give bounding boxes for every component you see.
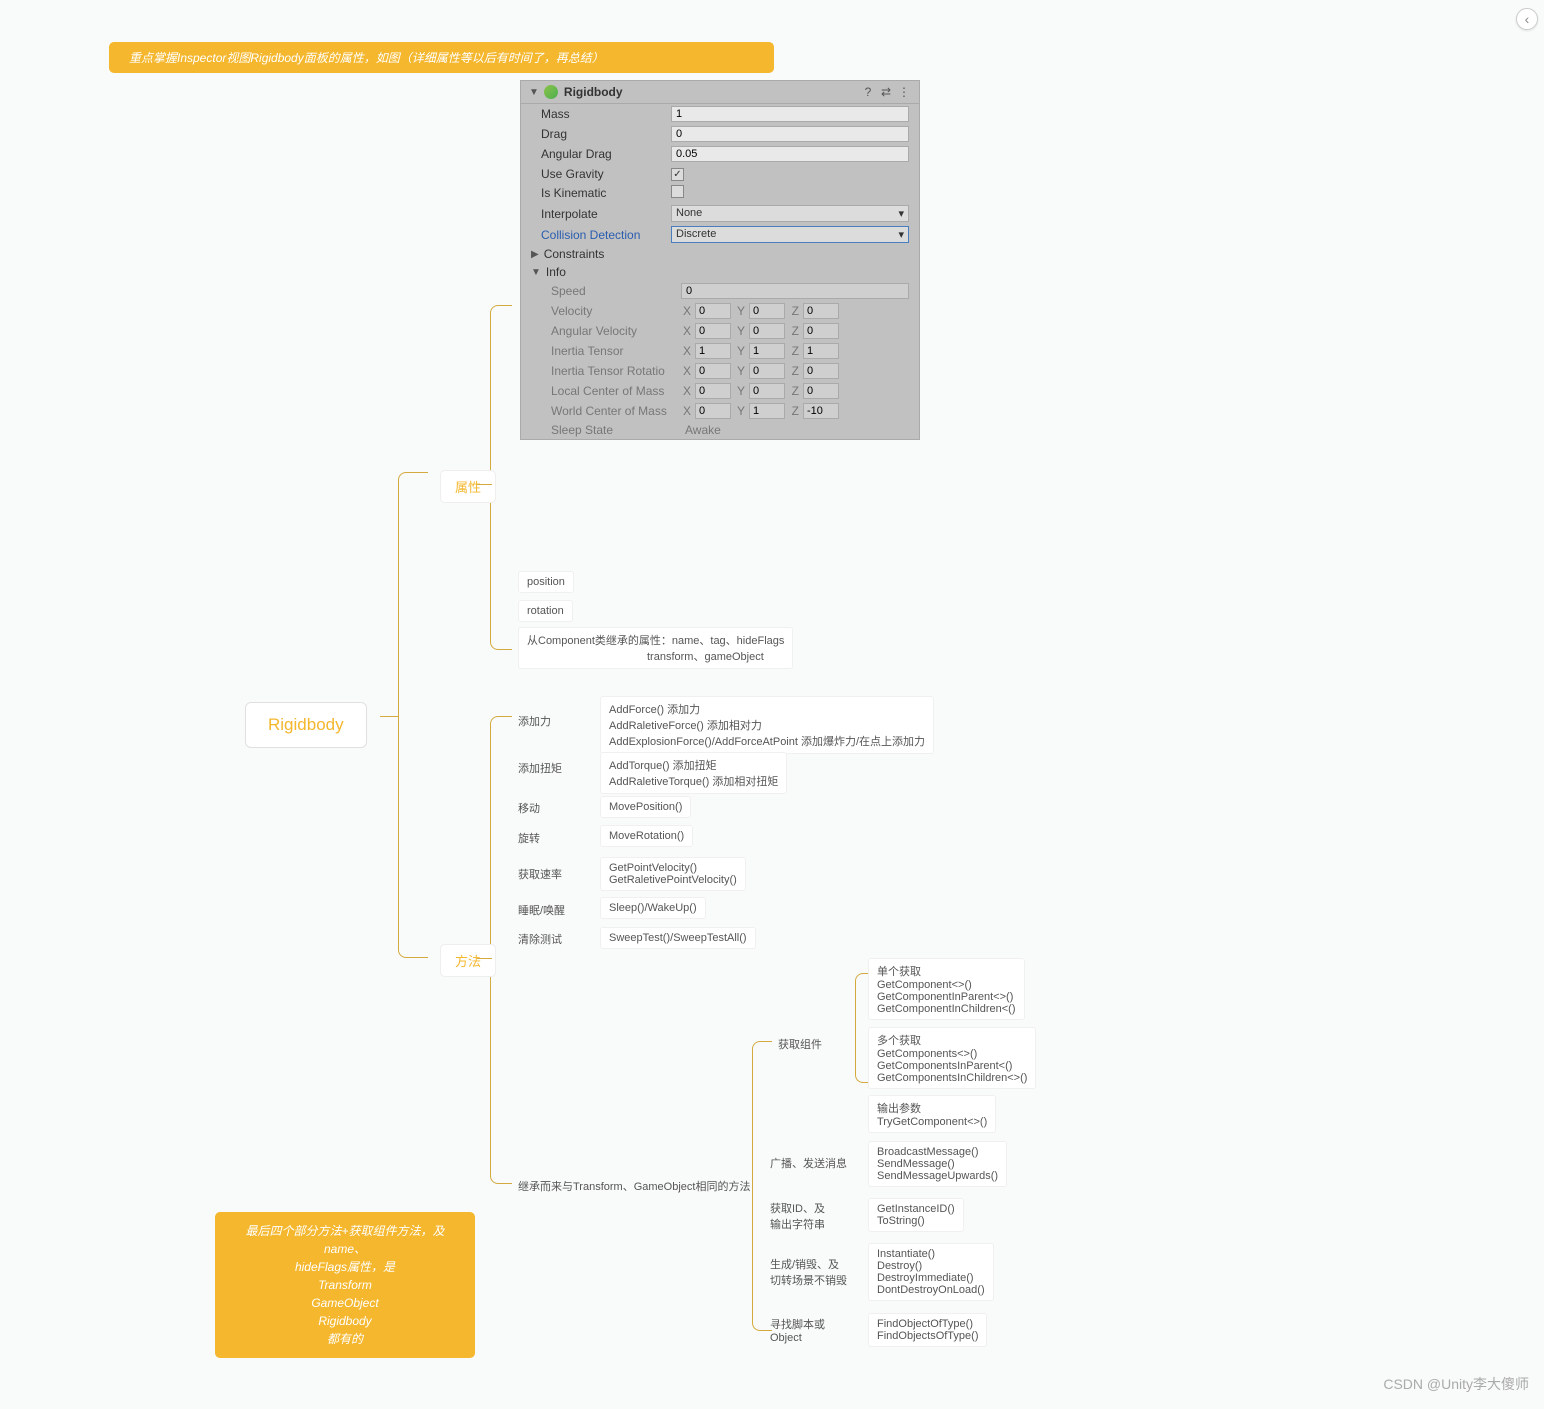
connector: [380, 716, 398, 717]
leaf-getcomp-single[interactable]: 单个获取 GetComponent<>() GetComponentInPare…: [868, 958, 1025, 1020]
help-icon[interactable]: ?: [861, 85, 875, 99]
connector: [477, 484, 492, 485]
leaf-addtorque[interactable]: AddTorque() 添加扭矩 AddRaletiveTorque() 添加相…: [600, 752, 787, 794]
top-banner: 重点掌握Inspector视图Rigidbody面板的属性，如图（详细属性等以后…: [109, 42, 774, 73]
branch-props[interactable]: 属性: [440, 470, 496, 503]
kinematic-label: Is Kinematic: [541, 186, 671, 200]
connector: [398, 472, 428, 958]
connector: [477, 958, 492, 959]
chevron-down-icon: ▾: [898, 207, 904, 220]
mass-input[interactable]: [671, 106, 909, 122]
inertiarot-label: Inertia Tensor Rotatio: [551, 364, 681, 378]
label-inherit-methods[interactable]: 继承而来与Transform、GameObject相同的方法: [518, 1178, 750, 1194]
inspector-panel: ▼ Rigidbody ? ⇄ ⋮ Mass Drag Angular Drag…: [520, 80, 920, 440]
drag-input[interactable]: [671, 126, 909, 142]
vel-label: Velocity: [551, 304, 681, 318]
preset-icon[interactable]: ⇄: [879, 85, 893, 99]
collision-value: Discrete: [676, 228, 716, 241]
leaf-rotate[interactable]: MoveRotation(): [600, 825, 693, 847]
leaf-position[interactable]: position: [518, 571, 574, 593]
leaf-sleep[interactable]: Sleep()/WakeUp(): [600, 897, 706, 919]
lcenter-label: Local Center of Mass: [551, 384, 681, 398]
collision-label: Collision Detection: [541, 228, 671, 242]
angdrag-input[interactable]: [671, 146, 909, 162]
interp-select[interactable]: None ▾: [671, 205, 909, 222]
speed-value: [681, 283, 909, 299]
gravity-label: Use Gravity: [541, 167, 671, 181]
label-move[interactable]: 移动: [518, 800, 540, 816]
bottom-note: 最后四个部分方法+获取组件方法，及name、 hideFlags属性，是 Tra…: [215, 1212, 475, 1358]
fold-icon[interactable]: ▼: [529, 87, 539, 98]
branch-methods[interactable]: 方法: [440, 944, 496, 977]
drag-label: Drag: [541, 127, 671, 141]
leaf-broadcast[interactable]: BroadcastMessage() SendMessage() SendMes…: [868, 1141, 1007, 1187]
collision-select[interactable]: Discrete ▾: [671, 226, 909, 243]
mass-label: Mass: [541, 107, 671, 121]
interp-label: Interpolate: [541, 207, 671, 221]
leaf-sweep[interactable]: SweepTest()/SweepTestAll(): [600, 927, 756, 949]
connector: [752, 1041, 772, 1331]
label-find[interactable]: 寻找脚本或 Object: [770, 1316, 825, 1344]
label-getcomp[interactable]: 获取组件: [778, 1036, 822, 1052]
menu-icon[interactable]: ⋮: [897, 85, 911, 99]
constraints-label[interactable]: Constraints: [544, 247, 605, 261]
gravity-checkbox[interactable]: ✓: [671, 168, 684, 181]
kinematic-checkbox[interactable]: [671, 185, 684, 198]
leaf-rotation[interactable]: rotation: [518, 600, 573, 622]
sleepstate-label: Sleep State: [551, 423, 681, 437]
angdrag-label: Angular Drag: [541, 147, 671, 161]
interp-value: None: [676, 207, 702, 220]
label-broadcast[interactable]: 广播、发送消息: [770, 1155, 847, 1171]
leaf-instantiate[interactable]: Instantiate() Destroy() DestroyImmediate…: [868, 1243, 994, 1301]
component-title: Rigidbody: [564, 85, 857, 99]
label-rotate[interactable]: 旋转: [518, 830, 540, 846]
label-getvel[interactable]: 获取速率: [518, 866, 562, 882]
angvel-label: Angular Velocity: [551, 324, 681, 338]
label-getid[interactable]: 获取ID、及 输出字符串: [770, 1200, 825, 1232]
leaf-getcomp-multi[interactable]: 多个获取 GetComponents<>() GetComponentsInPa…: [868, 1027, 1036, 1089]
label-sleep[interactable]: 睡眠/唤醒: [518, 902, 565, 918]
leaf-getvel[interactable]: GetPointVelocity() GetRaletivePointVeloc…: [600, 857, 746, 891]
leaf-inherit-props[interactable]: 从Component类继承的属性：name、tag、hideFlagstrans…: [518, 627, 793, 669]
sleepstate-value: Awake: [681, 423, 909, 437]
component-icon: [544, 85, 558, 99]
leaf-move[interactable]: MovePosition(): [600, 796, 691, 818]
root-node[interactable]: Rigidbody: [245, 702, 367, 748]
fold-icon[interactable]: ▶: [531, 249, 539, 260]
collapse-toggle[interactable]: ‹: [1516, 8, 1538, 30]
label-sweep[interactable]: 清除测试: [518, 931, 562, 947]
fold-icon[interactable]: ▼: [531, 267, 541, 278]
watermark: CSDN @Unity李大傻师: [1383, 1374, 1529, 1394]
inertia-label: Inertia Tensor: [551, 344, 681, 358]
chevron-down-icon: ▾: [898, 228, 904, 241]
leaf-find[interactable]: FindObjectOfType() FindObjectsOfType(): [868, 1313, 987, 1347]
wcenter-label: World Center of Mass: [551, 404, 681, 418]
leaf-addforce[interactable]: AddForce() 添加力 AddRaletiveForce() 添加相对力 …: [600, 696, 934, 754]
leaf-getid[interactable]: GetInstanceID() ToString(): [868, 1198, 964, 1232]
label-addtorque[interactable]: 添加扭矩: [518, 760, 562, 776]
inspector-header[interactable]: ▼ Rigidbody ? ⇄ ⋮: [521, 81, 919, 104]
label-instantiate[interactable]: 生成/销毁、及 切转场景不销毁: [770, 1256, 847, 1288]
label-addforce[interactable]: 添加力: [518, 713, 551, 729]
speed-label: Speed: [551, 284, 681, 298]
info-label[interactable]: Info: [546, 265, 566, 279]
leaf-getcomp-out[interactable]: 输出参数 TryGetComponent<>(): [868, 1095, 996, 1133]
